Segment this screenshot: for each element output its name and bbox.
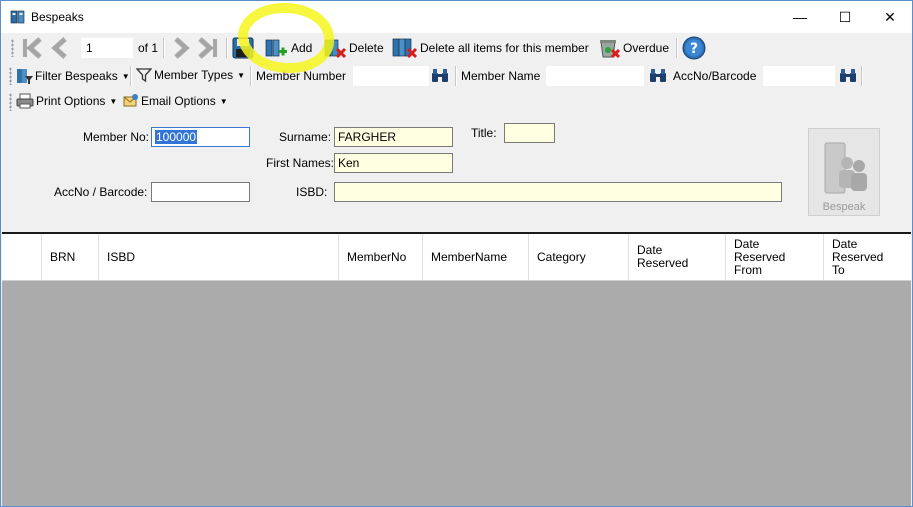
filter-bespeaks-label: Filter Bespeaks <box>35 69 118 83</box>
binoculars-icon[interactable] <box>649 68 667 84</box>
add-button[interactable]: Add <box>264 37 312 59</box>
member-name-input[interactable] <box>546 66 644 86</box>
svg-text:?: ? <box>690 41 698 57</box>
book-icon <box>10 10 25 24</box>
save-icon[interactable] <box>232 37 254 59</box>
column-header-isbd[interactable]: ISBD <box>99 234 339 280</box>
toolbar-separator <box>861 66 863 86</box>
surname-label: Surname: <box>279 130 332 144</box>
column-header-date-reserved[interactable]: Date Reserved <box>629 234 726 280</box>
record-count-label: of 1 <box>138 41 159 55</box>
column-header-date-reserved-to[interactable]: Date Reserved To <box>824 234 911 280</box>
chevron-down-icon: ▼ <box>237 70 246 80</box>
member-no-label: Member No: <box>83 130 150 144</box>
minimize-icon: — <box>793 9 807 25</box>
delete-all-button[interactable]: Delete all items for this member <box>392 37 589 59</box>
funnel-icon <box>136 68 152 83</box>
member-types-dropdown[interactable]: Member Types ▼ <box>136 67 245 83</box>
chevron-down-icon: ▼ <box>121 71 130 81</box>
binoculars-icon[interactable] <box>431 68 449 84</box>
member-name-label: Member Name <box>461 69 541 83</box>
delete-book-icon <box>324 39 347 59</box>
delete-label: Delete <box>349 41 384 55</box>
navigator-toolbar: 1 of 1 Add Delete Delete all items for t… <box>1 34 912 62</box>
chevron-down-icon: ▼ <box>219 96 228 106</box>
accno-barcode-field[interactable] <box>151 182 250 202</box>
member-types-label: Member Types <box>154 68 234 82</box>
chevron-down-icon: ▼ <box>109 96 118 106</box>
toolbar-grip[interactable] <box>9 67 12 85</box>
printer-icon <box>16 93 34 109</box>
member-no-field[interactable]: 100000 <box>151 127 250 147</box>
isbd-label: ISBD: <box>296 185 328 199</box>
column-header-category[interactable]: Category <box>529 234 629 280</box>
first-names-label: First Names: <box>266 156 335 170</box>
surname-field[interactable]: FARGHER <box>334 127 453 147</box>
bespeak-button[interactable]: Bespeak <box>808 128 880 216</box>
email-options-label: Email Options <box>141 94 216 108</box>
accno-barcode-filter-label: AccNo/Barcode <box>673 69 757 83</box>
toolbar-grip[interactable] <box>9 93 12 111</box>
toolbar-separator <box>455 66 457 86</box>
window-title: Bespeaks <box>31 10 84 24</box>
grid-header: BRN ISBD MemberNo MemberName Category Da… <box>2 234 911 281</box>
toolbar-separator <box>250 66 252 86</box>
column-header-brn[interactable]: BRN <box>42 234 99 280</box>
add-label: Add <box>291 41 313 55</box>
isbd-field[interactable] <box>334 182 782 202</box>
binoculars-icon[interactable] <box>839 68 857 84</box>
delete-all-label: Delete all items for this member <box>420 41 589 55</box>
overdue-button[interactable]: Overdue <box>597 37 669 59</box>
column-header-memberno[interactable]: MemberNo <box>339 234 423 280</box>
bespeaks-window: Bespeaks — ☐ ✕ 1 of 1 Add Delete Delete … <box>0 0 913 507</box>
delete-all-icon <box>392 38 418 59</box>
toolbar-separator <box>226 38 228 58</box>
email-options-dropdown[interactable]: Email Options ▼ <box>123 93 228 109</box>
next-record-icon[interactable] <box>168 37 192 59</box>
email-icon <box>123 94 138 107</box>
maximize-icon: ☐ <box>838 8 852 25</box>
bespeak-members-icon <box>824 142 867 194</box>
column-header-date-reserved-from[interactable]: Date Reserved From <box>726 234 824 280</box>
help-icon[interactable]: ? <box>682 36 706 60</box>
add-book-icon <box>265 39 287 57</box>
last-record-icon[interactable] <box>196 37 220 59</box>
title-label: Title: <box>471 126 497 140</box>
first-names-field[interactable]: Ken <box>334 153 453 173</box>
toolbar-separator <box>130 66 132 86</box>
print-options-label: Print Options <box>36 94 106 108</box>
bespeaks-grid[interactable]: BRN ISBD MemberNo MemberName Category Da… <box>2 232 911 506</box>
title-bar: Bespeaks — ☐ ✕ <box>1 1 912 33</box>
member-number-input[interactable] <box>353 66 429 86</box>
close-icon: ✕ <box>884 8 896 25</box>
first-record-icon[interactable] <box>20 37 44 59</box>
print-options-dropdown[interactable]: Print Options ▼ <box>16 93 117 109</box>
member-number-label: Member Number <box>256 69 347 83</box>
accno-barcode-label: AccNo / Barcode: <box>54 185 148 199</box>
column-header-selector[interactable] <box>2 234 42 280</box>
maximize-button[interactable]: ☐ <box>822 1 868 33</box>
previous-record-icon[interactable] <box>49 37 73 59</box>
overdue-bin-icon <box>600 40 621 59</box>
record-position-input[interactable]: 1 <box>81 38 133 58</box>
overdue-label: Overdue <box>623 41 670 55</box>
toolbar-grip[interactable] <box>11 39 14 57</box>
accno-barcode-filter-input[interactable] <box>763 66 835 86</box>
options-toolbar: Print Options ▼ Email Options ▼ <box>1 89 912 115</box>
filter-bespeaks-dropdown[interactable]: Filter Bespeaks ▼ <box>16 67 130 85</box>
delete-button[interactable]: Delete <box>323 37 384 59</box>
column-header-membername[interactable]: MemberName <box>423 234 529 280</box>
member-no-value: 100000 <box>155 130 198 144</box>
title-field[interactable] <box>504 123 555 143</box>
close-button[interactable]: ✕ <box>867 1 912 33</box>
toolbar-separator <box>163 38 165 58</box>
filter-toolbar: Filter Bespeaks ▼ Member Types ▼ Member … <box>1 63 912 89</box>
minimize-button[interactable]: — <box>777 1 823 33</box>
bespeak-button-label: Bespeak <box>822 201 866 213</box>
filter-icon <box>17 69 33 84</box>
toolbar-separator <box>676 38 678 58</box>
